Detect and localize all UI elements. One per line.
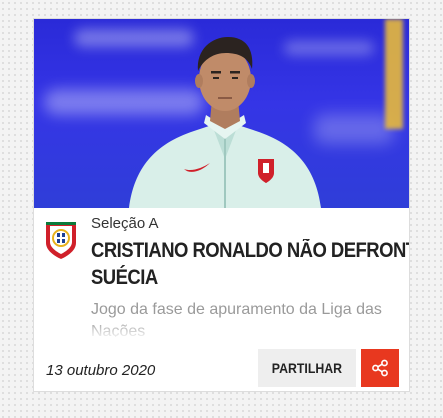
excerpt: Jogo da fase de apuramento da Liga das N…: [91, 301, 382, 337]
share-icon: [372, 359, 388, 377]
hero-image[interactable]: [34, 19, 409, 208]
news-card[interactable]: Seleção A CRISTIANO RONALDO NÃO DEFRONTA…: [33, 18, 410, 392]
publish-date: 13 outubro 2020: [46, 362, 156, 379]
card-meta: Seleção A CRISTIANO RONALDO NÃO DEFRONTA…: [44, 215, 409, 345]
share-icon-button[interactable]: [361, 349, 399, 387]
share-button[interactable]: PARTILHAR: [258, 349, 356, 387]
headline[interactable]: CRISTIANO RONALDO NÃO DEFRONTA SUÉCIA: [91, 237, 409, 291]
card-footer: 13 outubro 2020 PARTILHAR: [34, 349, 409, 391]
player-photo: [129, 37, 321, 208]
category-label[interactable]: Seleção A: [91, 215, 159, 232]
share-button-label: PARTILHAR: [271, 360, 343, 376]
fpf-crest-icon: [46, 222, 76, 259]
headline-line[interactable]: SUÉCIA: [91, 264, 355, 291]
headline-line[interactable]: CRISTIANO RONALDO NÃO DEFRONTA: [91, 237, 409, 264]
